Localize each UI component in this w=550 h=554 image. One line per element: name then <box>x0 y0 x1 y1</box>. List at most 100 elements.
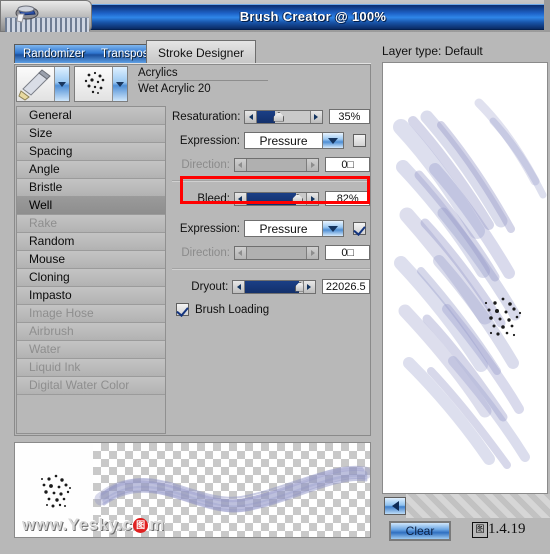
slider-right-arrow-icon[interactable] <box>302 280 315 293</box>
expression2-invert-checkbox[interactable] <box>353 222 366 235</box>
resaturation-label: Resaturation: <box>172 110 241 123</box>
preview-bottom-strip <box>406 494 550 518</box>
title-bar: Brush Creator @ 100% <box>0 0 550 32</box>
direction1-label: Direction: <box>181 158 230 171</box>
expression2-dropdown[interactable]: Pressure <box>244 220 344 237</box>
direction1-slider <box>233 157 320 172</box>
direction2-label: Direction: <box>181 246 230 259</box>
brush-loading-row[interactable]: Brush Loading <box>172 303 370 316</box>
dryout-slider[interactable] <box>232 279 316 294</box>
brush-creator-window: Brush Creator @ 100% Randomizer Transpos… <box>0 0 550 554</box>
brush-tip-icon <box>17 67 54 101</box>
category-rake: Rake <box>17 215 165 233</box>
figure-number: 1.4.19 <box>488 521 526 537</box>
title-bar-right-cap <box>544 0 550 32</box>
slider-right-arrow-icon <box>306 246 319 259</box>
category-digital-water-color: Digital Water Color <box>17 377 165 395</box>
brush-category-name: Acrylics <box>138 67 268 81</box>
window-title: Brush Creator @ 100% <box>239 8 387 24</box>
brush-preview-canvas[interactable] <box>382 62 548 494</box>
tab-stroke-designer[interactable]: Stroke Designer <box>146 40 256 64</box>
brush-category-selector[interactable] <box>16 66 70 102</box>
bleed-track[interactable] <box>246 192 307 205</box>
dryout-track[interactable] <box>245 280 303 293</box>
category-airbrush: Airbrush <box>17 323 165 341</box>
category-cloning[interactable]: Cloning <box>17 269 165 287</box>
bleed-value[interactable]: 82% <box>325 191 370 206</box>
slider-right-arrow-icon[interactable] <box>306 192 319 205</box>
slider-left-arrow-icon[interactable] <box>233 280 246 293</box>
expression1-dropdown[interactable]: Pressure <box>244 132 344 149</box>
slider-left-arrow-icon <box>234 246 247 259</box>
expression2-chevron-down-icon[interactable] <box>322 221 343 236</box>
direction1-row: Direction: 0□ <box>172 154 370 175</box>
category-angle[interactable]: Angle <box>17 161 165 179</box>
bleed-fill <box>246 192 296 205</box>
left-arrow-icon <box>391 501 399 511</box>
slider-left-arrow-icon <box>234 158 247 171</box>
direction2-row: Direction: 0□ <box>172 242 370 263</box>
resaturation-slider[interactable] <box>244 109 323 124</box>
brush-variant-selector[interactable] <box>74 66 128 102</box>
slider-right-arrow-icon[interactable] <box>309 110 322 123</box>
property-category-list[interactable]: General Size Spacing Angle Bristle Well … <box>16 106 166 434</box>
preview-back-button[interactable] <box>384 497 406 515</box>
brush-variant-name: Wet Acrylic 20 <box>138 83 211 95</box>
category-water: Water <box>17 341 165 359</box>
resaturation-fill <box>257 110 276 123</box>
controls-divider-2 <box>172 268 370 270</box>
expression2-value: Pressure <box>259 221 308 236</box>
expression2-row: Expression: Pressure <box>172 218 370 239</box>
expression1-row: Expression: Pressure <box>172 130 370 151</box>
controls-divider-1 <box>172 180 370 182</box>
tab-randomizer[interactable]: Randomizer <box>15 48 93 60</box>
dryout-row: Dryout: 22026.5 <box>172 276 370 297</box>
paint-brush-icon <box>15 5 39 23</box>
resaturation-track[interactable] <box>257 110 310 123</box>
slider-left-arrow-icon[interactable] <box>245 110 257 123</box>
resaturation-value[interactable]: 35% <box>328 109 370 124</box>
bleed-row: Bleed: 82% <box>172 188 370 209</box>
category-random[interactable]: Random <box>17 233 165 251</box>
slider-right-arrow-icon <box>306 158 319 171</box>
category-general[interactable]: General <box>17 107 165 125</box>
direction2-slider <box>233 245 320 260</box>
site-watermark: www.Yesky.c 图 m <box>14 512 242 538</box>
brush-loading-checkbox[interactable] <box>176 303 189 316</box>
category-mouse[interactable]: Mouse <box>17 251 165 269</box>
direction2-track <box>246 246 307 259</box>
category-impasto[interactable]: Impasto <box>17 287 165 305</box>
bleed-slider[interactable] <box>233 191 320 206</box>
brush-name-block: Acrylics Wet Acrylic 20 <box>138 66 268 95</box>
expression2-label: Expression: <box>179 222 240 235</box>
direction1-value: 0□ <box>325 157 370 172</box>
category-spacing[interactable]: Spacing <box>17 143 165 161</box>
brush-loading-label: Brush Loading <box>195 303 270 316</box>
resaturation-row: Resaturation: 35% <box>172 106 370 127</box>
expression1-value: Pressure <box>259 133 308 148</box>
dryout-value[interactable]: 22026.5 <box>321 279 370 294</box>
expression1-label: Expression: <box>179 134 240 147</box>
category-size[interactable]: Size <box>17 125 165 143</box>
layer-type-label: Layer type: Default <box>382 44 483 58</box>
bleed-label: Bleed: <box>197 192 230 205</box>
category-bristle[interactable]: Bristle <box>17 179 165 197</box>
direction2-value: 0□ <box>325 245 370 260</box>
brush-category-chevron-down-icon[interactable] <box>54 67 69 101</box>
dab-pattern-icon <box>75 67 112 101</box>
watermark-suffix: m <box>149 515 166 534</box>
brush-variant-chevron-down-icon[interactable] <box>112 67 127 101</box>
expression1-chevron-down-icon[interactable] <box>322 133 343 148</box>
window-grabber-handle[interactable] <box>0 0 92 32</box>
expression1-invert-checkbox[interactable] <box>353 134 366 147</box>
well-controls: Resaturation: 35% Expression: Pressure D… <box>172 106 370 434</box>
category-well[interactable]: Well <box>17 197 165 215</box>
category-liquid-ink: Liquid Ink <box>17 359 165 377</box>
watermark-prefix: www.Yesky.c <box>22 515 133 534</box>
slider-left-arrow-icon[interactable] <box>234 192 247 205</box>
direction1-track <box>246 158 307 171</box>
dryout-label: Dryout: <box>191 280 229 293</box>
dryout-fill <box>245 280 299 293</box>
figure-glyph-icon: 图 <box>472 522 488 538</box>
clear-button[interactable]: Clear <box>389 521 451 541</box>
